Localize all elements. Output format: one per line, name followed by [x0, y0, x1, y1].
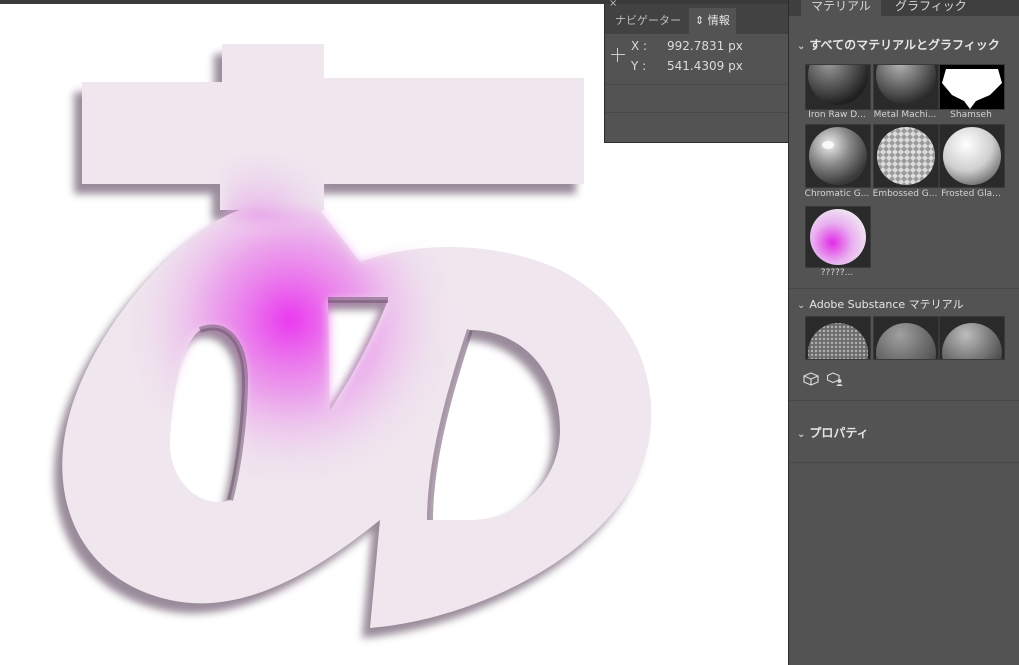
materials-panel: マテリアル グラフィック ⌄ すべてのマテリアルとグラフィック Iron Raw …	[788, 0, 1019, 665]
material-label: Frosted Gla...	[941, 189, 1001, 199]
crosshair-icon	[611, 48, 625, 62]
material-label: ?​?​?​?​?​...	[820, 268, 854, 278]
material-thumb-frosted[interactable]	[939, 124, 1005, 188]
section-substance-label: Adobe Substance マテリアル	[809, 298, 964, 311]
info-panel-tabs: × ナビゲーター ⇕ 情報	[605, 0, 789, 34]
material-label: Iron Raw D...	[808, 110, 866, 120]
material-label: Shamseh	[950, 110, 992, 120]
divider	[605, 84, 789, 85]
section-all-materials[interactable]: ⌄ すべてのマテリアルとグラフィック	[797, 36, 1000, 53]
chevron-down-icon: ⌄	[797, 41, 806, 52]
chevron-down-icon: ⌄	[797, 429, 806, 440]
materials-panel-tabs: マテリアル グラフィック	[789, 0, 1019, 16]
section-properties-label: プロパティ	[809, 426, 869, 440]
material-thumb-embossed[interactable]	[873, 124, 939, 188]
divider	[789, 400, 1019, 401]
chevron-down-icon: ⌄	[797, 300, 806, 311]
tab-info[interactable]: ⇕ 情報	[689, 8, 736, 34]
substance-thumb-3[interactable]	[939, 316, 1005, 360]
tab-materials[interactable]: マテリアル	[801, 0, 881, 16]
cube-user-icon[interactable]	[827, 372, 843, 386]
section-properties[interactable]: ⌄ プロパティ	[797, 424, 869, 441]
tab-navigator[interactable]: ナビゲーター	[609, 8, 687, 34]
x-value: 992.7831 px	[667, 39, 743, 53]
substance-thumb-2[interactable]	[873, 316, 939, 360]
cube-icon[interactable]	[803, 372, 819, 386]
y-label: Y :	[631, 59, 647, 73]
material-label: Chromatic G...	[804, 189, 870, 199]
tab-graphics[interactable]: グラフィック	[885, 0, 977, 16]
divider	[605, 112, 789, 113]
x-label: X :	[631, 39, 648, 53]
material-label: Metal Machi...	[873, 110, 937, 120]
section-all-label: すべてのマテリアルとグラフィック	[809, 38, 1000, 52]
divider	[789, 462, 1019, 463]
y-value: 541.4309 px	[667, 59, 743, 73]
info-panel: × ナビゲーター ⇕ 情報 X : 992.7831 px Y : 541.43…	[604, 0, 789, 143]
section-substance[interactable]: ⌄ Adobe Substance マテリアル	[797, 296, 964, 312]
material-thumb-chromatic[interactable]	[805, 124, 871, 188]
material-thumb-custom[interactable]	[805, 206, 871, 268]
material-thumb-metal[interactable]	[873, 64, 939, 110]
material-label: Embossed G...	[872, 189, 938, 199]
material-thumb-shamseh[interactable]	[939, 64, 1005, 110]
material-thumb-iron[interactable]	[805, 64, 871, 110]
substance-thumb-1[interactable]	[805, 316, 871, 360]
divider	[789, 288, 1019, 289]
